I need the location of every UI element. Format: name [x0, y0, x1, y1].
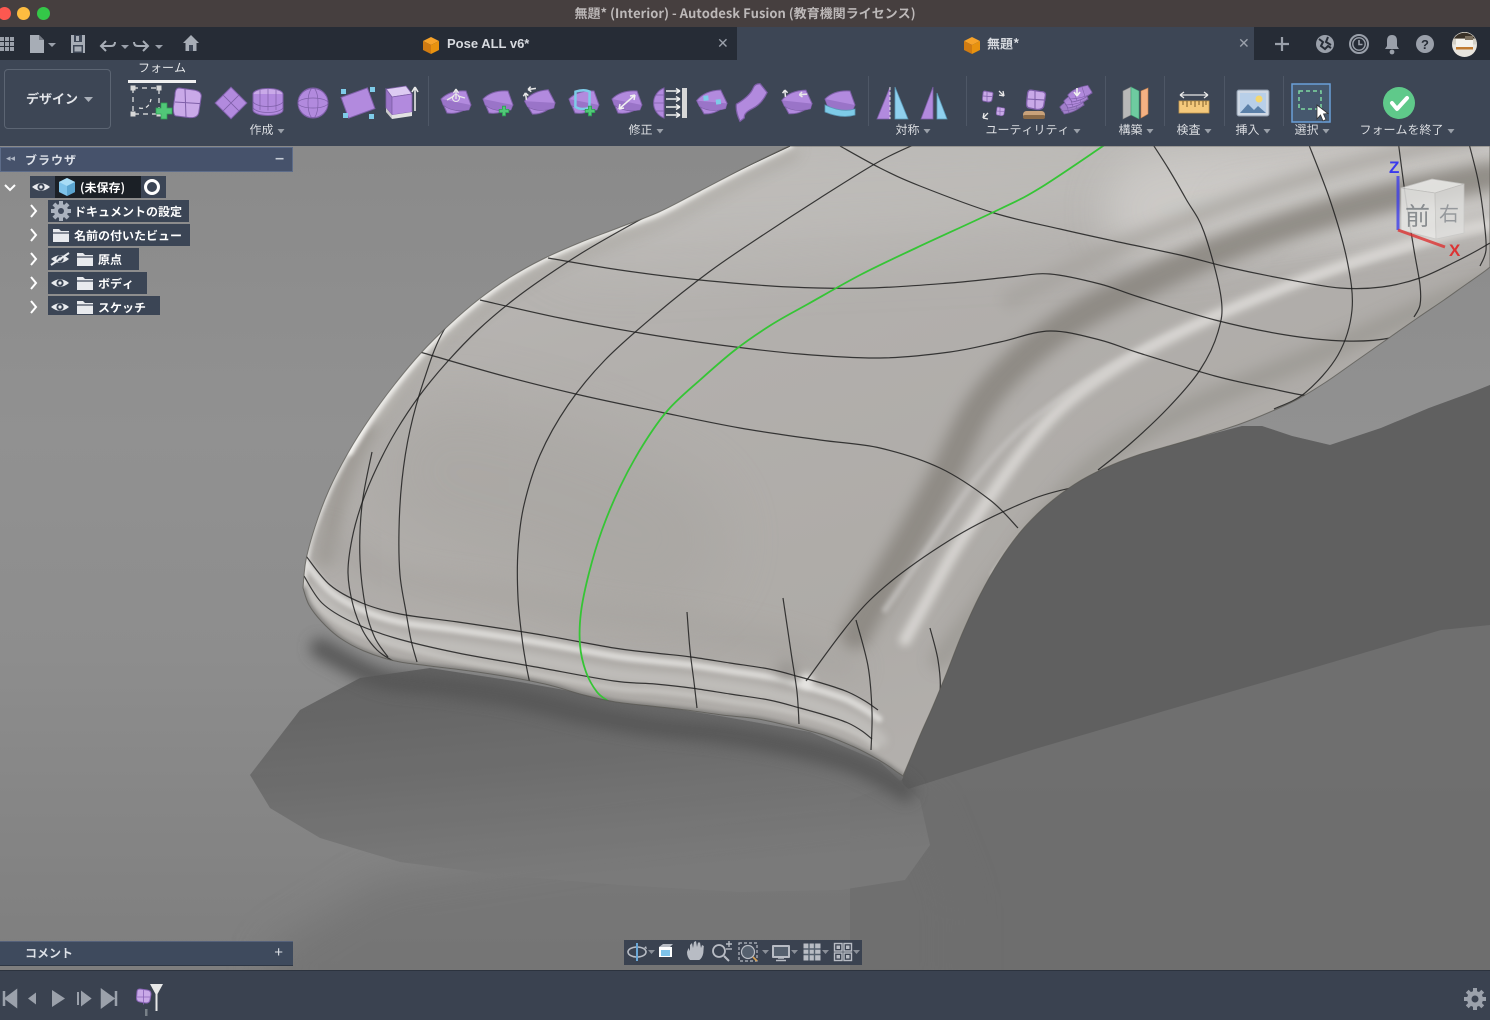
svg-text:Z: Z: [1389, 158, 1399, 177]
svg-text:?: ?: [1421, 37, 1429, 52]
svg-text:X: X: [1449, 241, 1461, 260]
